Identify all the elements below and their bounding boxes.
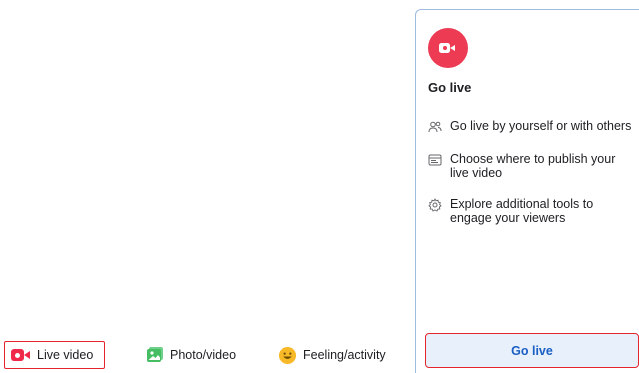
gear-icon	[428, 198, 442, 212]
feature-text: Go live by yourself or with others	[450, 119, 632, 133]
feeling-activity-label: Feeling/activity	[303, 348, 386, 362]
feature-text: Choose where to publish your live video	[450, 152, 616, 180]
feature-item: Explore additional tools to engage your …	[428, 197, 636, 225]
live-video-icon	[439, 42, 457, 54]
live-video-icon	[11, 348, 31, 362]
go-live-panel: Go live Go live by yourself or with othe…	[415, 9, 639, 373]
panel-title: Go live	[428, 80, 472, 95]
photo-video-label: Photo/video	[170, 348, 237, 362]
feature-text: Explore additional tools to engage your …	[450, 197, 594, 225]
composer-action-bar: Live video Photo/video Feeling/activity	[0, 336, 410, 373]
screen: Live video Photo/video Feeling/activity	[0, 0, 639, 373]
feature-item: Go live by yourself or with others	[428, 119, 636, 134]
go-live-button[interactable]: Go live	[425, 333, 639, 368]
live-badge	[428, 28, 468, 68]
feeling-activity-button[interactable]: Feeling/activity	[278, 341, 386, 369]
photo-icon	[147, 347, 163, 362]
feature-item: Choose where to publish your live video	[428, 152, 636, 180]
live-video-label: Live video	[37, 348, 94, 362]
smiley-icon	[278, 346, 297, 364]
browser-window-icon	[428, 154, 442, 166]
live-video-button[interactable]: Live video	[4, 341, 105, 369]
photo-video-button[interactable]: Photo/video	[146, 341, 236, 369]
people-icon	[428, 121, 442, 133]
